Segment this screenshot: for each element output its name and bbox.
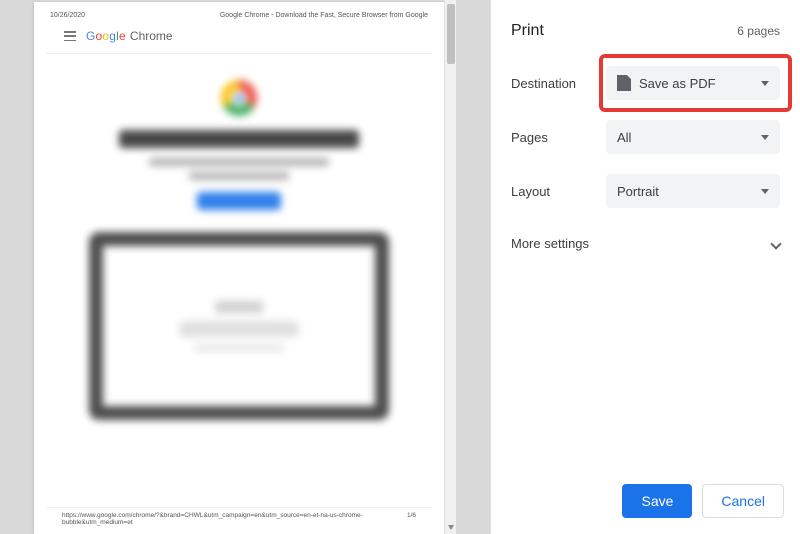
pdf-file-icon [617, 75, 631, 91]
caret-down-icon [761, 189, 769, 194]
preview-body-blurred [34, 54, 444, 507]
hero-title-placeholder [119, 130, 359, 148]
preview-date: 10/26/2020 [50, 12, 85, 19]
sidebar-header: Print 6 pages [491, 0, 800, 56]
label-destination: Destination [511, 76, 606, 91]
more-settings-toggle[interactable]: More settings [491, 218, 800, 267]
page-footer-meta: https://www.google.com/chrome/?&brand=CH… [46, 507, 432, 534]
row-layout: Layout Portrait [491, 164, 800, 218]
preview-footer-page: 1/6 [407, 512, 416, 526]
sidebar-spacer [491, 267, 800, 472]
page-header-meta: 10/26/2020 Google Chrome - Download the … [34, 2, 444, 23]
chrome-logo-icon [221, 80, 257, 116]
row-pages: Pages All [491, 110, 800, 164]
preview-page: 10/26/2020 Google Chrome - Download the … [34, 2, 444, 534]
print-title: Print [511, 22, 544, 40]
scrollbar-thumb[interactable] [447, 4, 455, 64]
print-preview-pane: 10/26/2020 Google Chrome - Download the … [0, 0, 490, 534]
label-layout: Layout [511, 184, 606, 199]
pages-select[interactable]: All [606, 120, 780, 154]
preview-doc-title: Google Chrome - Download the Fast, Secur… [220, 12, 428, 19]
chevron-down-icon [770, 238, 781, 249]
save-button[interactable]: Save [622, 484, 692, 518]
label-pages: Pages [511, 130, 606, 145]
laptop-mockup [89, 232, 389, 420]
caret-down-icon [761, 135, 769, 140]
hero-subtitle2-placeholder [189, 172, 289, 180]
caret-down-icon [761, 81, 769, 86]
preview-topbar: Google Chrome [46, 23, 432, 54]
more-settings-label: More settings [511, 236, 589, 251]
preview-scrollbar[interactable] [444, 0, 456, 534]
print-settings-sidebar: Print 6 pages Destination Save as PDF Pa… [490, 0, 800, 534]
google-chrome-logo-text: Google Chrome [86, 29, 173, 43]
sidebar-actions: Save Cancel [491, 472, 800, 534]
hero-subtitle-placeholder [149, 158, 329, 166]
cancel-button[interactable]: Cancel [702, 484, 784, 518]
layout-select[interactable]: Portrait [606, 174, 780, 208]
row-destination: Destination Save as PDF [491, 56, 800, 110]
pages-value: All [617, 130, 631, 145]
destination-value: Save as PDF [639, 76, 716, 91]
scrollbar-down-icon[interactable] [448, 525, 454, 530]
destination-select[interactable]: Save as PDF [606, 66, 780, 100]
download-button-placeholder [197, 192, 281, 210]
page-count: 6 pages [737, 24, 780, 38]
preview-footer-url: https://www.google.com/chrome/?&brand=CH… [62, 512, 407, 526]
hamburger-icon [64, 31, 76, 41]
layout-value: Portrait [617, 184, 659, 199]
